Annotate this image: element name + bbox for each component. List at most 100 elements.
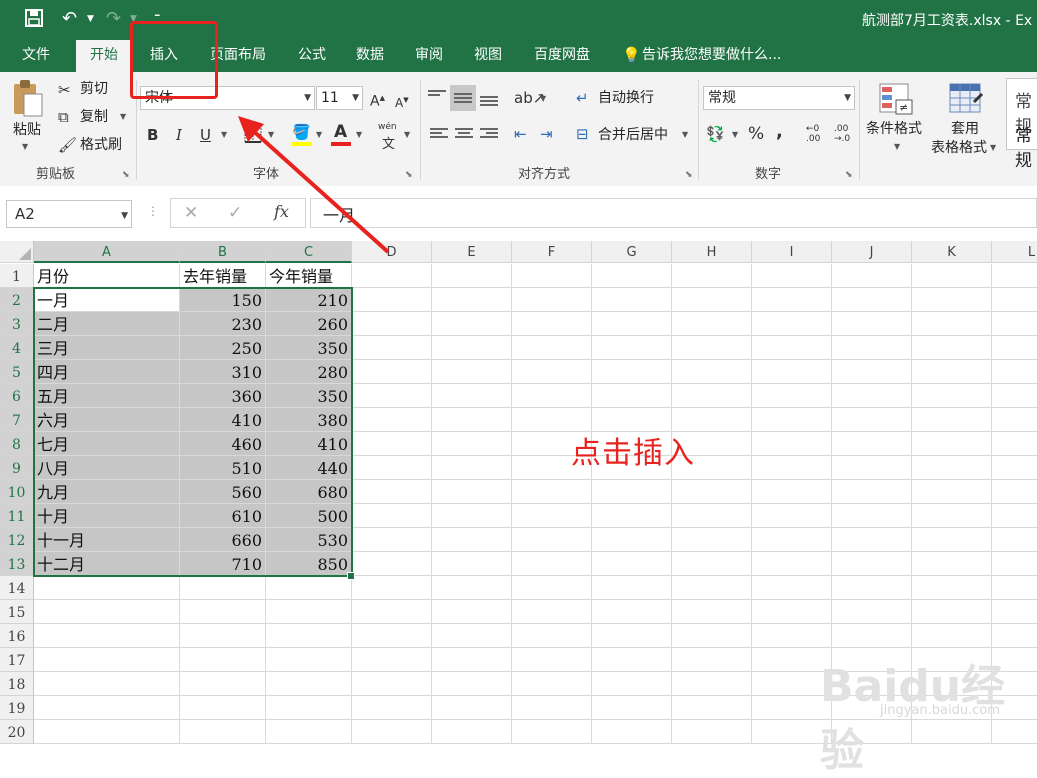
row-header-16[interactable]: 16	[0, 624, 34, 648]
column-header-a[interactable]: A	[34, 241, 180, 263]
empty-cell[interactable]	[752, 288, 832, 312]
empty-cell[interactable]	[432, 576, 512, 600]
merge-center-icon[interactable]: ⊟	[576, 124, 589, 144]
empty-cell[interactable]	[512, 504, 592, 528]
cancel-icon[interactable]: ✕	[184, 203, 198, 223]
empty-cell[interactable]	[672, 528, 752, 552]
empty-cell[interactable]	[512, 720, 592, 744]
conditional-format-icon[interactable]: ≠	[878, 82, 914, 120]
copy-icon[interactable]: ⧉	[58, 107, 69, 127]
empty-cell[interactable]	[592, 504, 672, 528]
copy-dropdown-icon[interactable]: ▼	[120, 112, 126, 121]
empty-cell[interactable]	[432, 432, 512, 456]
tab-file[interactable]: 文件	[8, 40, 64, 72]
empty-cell[interactable]	[352, 384, 432, 408]
empty-cell[interactable]	[912, 456, 992, 480]
empty-cell[interactable]	[180, 696, 266, 720]
empty-cell[interactable]	[992, 576, 1037, 600]
paste-button[interactable]: 粘贴	[13, 121, 41, 139]
empty-cell[interactable]	[832, 336, 912, 360]
empty-cell[interactable]	[432, 600, 512, 624]
cond-format-dropdown-icon[interactable]: ▼	[894, 142, 900, 151]
empty-cell[interactable]	[592, 600, 672, 624]
cell-styles-gallery[interactable]: 常规 常规	[1006, 78, 1037, 171]
empty-cell[interactable]	[992, 408, 1037, 432]
row-header-3[interactable]: 3	[0, 312, 34, 336]
empty-cell[interactable]	[352, 672, 432, 696]
row-header-20[interactable]: 20	[0, 720, 34, 744]
wrap-text-button[interactable]: 自动换行	[598, 89, 654, 107]
empty-cell[interactable]	[752, 552, 832, 576]
empty-cell[interactable]	[512, 264, 592, 288]
align-top-icon[interactable]	[428, 90, 446, 104]
empty-cell[interactable]	[266, 624, 352, 648]
empty-cell[interactable]	[592, 312, 672, 336]
empty-cell[interactable]	[592, 264, 672, 288]
row-header-9[interactable]: 9	[0, 456, 34, 480]
empty-cell[interactable]	[352, 576, 432, 600]
empty-cell[interactable]	[352, 432, 432, 456]
empty-cell[interactable]	[592, 336, 672, 360]
empty-cell[interactable]	[512, 576, 592, 600]
empty-cell[interactable]	[34, 720, 180, 744]
empty-cell[interactable]	[352, 552, 432, 576]
empty-cell[interactable]	[352, 288, 432, 312]
empty-cell[interactable]	[180, 720, 266, 744]
empty-cell[interactable]	[992, 480, 1037, 504]
merge-dropdown-icon[interactable]: ▼	[682, 130, 688, 139]
header-cell[interactable]: 今年销量	[266, 264, 352, 288]
decrease-indent-icon[interactable]: ⇤	[514, 124, 527, 144]
empty-cell[interactable]	[752, 528, 832, 552]
merge-center-button[interactable]: 合并后居中	[598, 126, 668, 144]
undo-dropdown-icon[interactable]: ▼	[87, 8, 94, 30]
fill-handle[interactable]	[347, 572, 355, 580]
empty-cell[interactable]	[266, 672, 352, 696]
empty-cell[interactable]	[34, 648, 180, 672]
empty-cell[interactable]	[352, 480, 432, 504]
paste-dropdown-icon[interactable]: ▼	[22, 142, 28, 151]
empty-cell[interactable]	[352, 528, 432, 552]
empty-cell[interactable]	[832, 480, 912, 504]
empty-cell[interactable]	[992, 432, 1037, 456]
empty-cell[interactable]	[592, 576, 672, 600]
empty-cell[interactable]	[432, 312, 512, 336]
column-header-e[interactable]: E	[432, 241, 512, 263]
row-header-6[interactable]: 6	[0, 384, 34, 408]
empty-cell[interactable]	[512, 384, 592, 408]
empty-cell[interactable]	[180, 624, 266, 648]
empty-cell[interactable]	[352, 312, 432, 336]
empty-cell[interactable]	[912, 408, 992, 432]
align-right-icon[interactable]	[480, 128, 498, 142]
column-header-k[interactable]: K	[912, 241, 992, 263]
cut-icon[interactable]: ✂	[58, 80, 71, 100]
empty-cell[interactable]	[912, 504, 992, 528]
empty-cell[interactable]	[992, 552, 1037, 576]
name-box[interactable]: A2 ▼	[6, 200, 132, 228]
empty-cell[interactable]	[352, 264, 432, 288]
alignment-launcher-icon[interactable]: ⬊	[685, 170, 693, 180]
empty-cell[interactable]	[672, 552, 752, 576]
empty-cell[interactable]	[752, 600, 832, 624]
empty-cell[interactable]	[352, 408, 432, 432]
empty-cell[interactable]	[752, 360, 832, 384]
empty-cell[interactable]	[832, 312, 912, 336]
empty-cell[interactable]	[352, 624, 432, 648]
empty-cell[interactable]	[832, 408, 912, 432]
empty-cell[interactable]	[432, 720, 512, 744]
currency-dropdown-icon[interactable]: ▼	[732, 130, 738, 139]
empty-cell[interactable]	[592, 480, 672, 504]
row-header-18[interactable]: 18	[0, 672, 34, 696]
empty-cell[interactable]	[592, 720, 672, 744]
empty-cell[interactable]	[752, 432, 832, 456]
empty-cell[interactable]	[912, 576, 992, 600]
empty-cell[interactable]	[432, 456, 512, 480]
empty-cell[interactable]	[432, 528, 512, 552]
empty-cell[interactable]	[352, 720, 432, 744]
empty-cell[interactable]	[352, 336, 432, 360]
row-header-1[interactable]: 1	[0, 264, 34, 288]
empty-cell[interactable]	[592, 624, 672, 648]
empty-cell[interactable]	[672, 576, 752, 600]
empty-cell[interactable]	[352, 504, 432, 528]
empty-cell[interactable]	[992, 312, 1037, 336]
empty-cell[interactable]	[912, 384, 992, 408]
